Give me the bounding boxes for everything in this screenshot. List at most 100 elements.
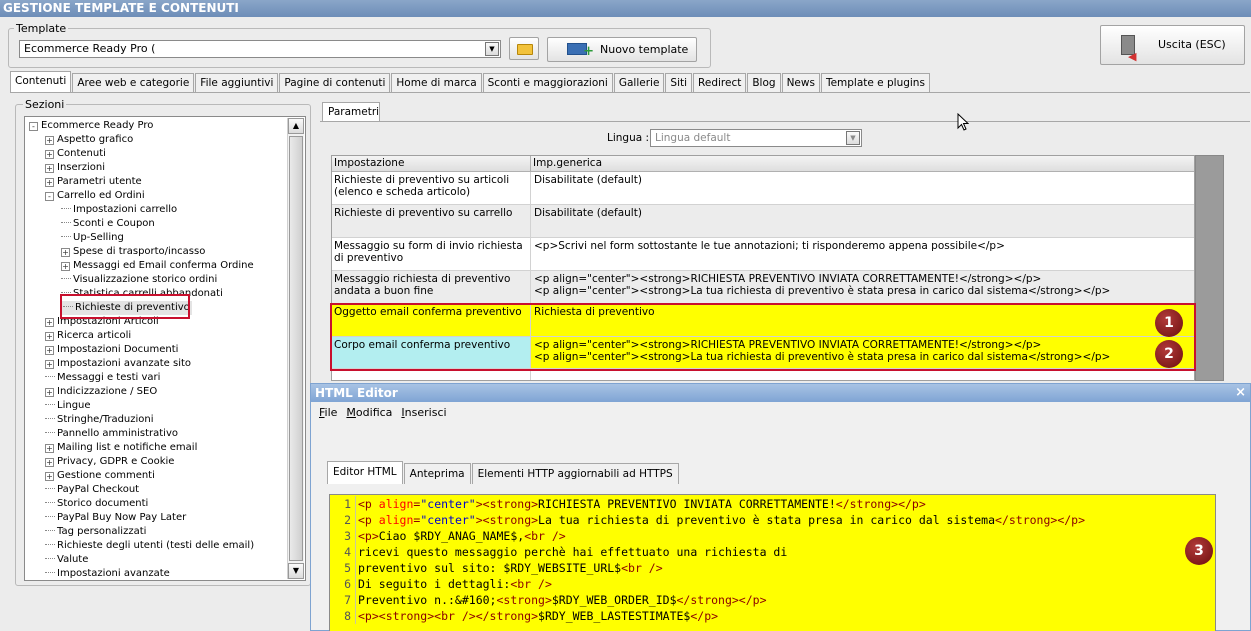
- tree-item-paypal-buy-now-pay-later[interactable]: PayPal Buy Now Pay Later: [45, 511, 186, 525]
- tree-item-ricerca-articoli[interactable]: + Ricerca articoli: [45, 329, 131, 343]
- menu-file[interactable]: File: [319, 406, 337, 419]
- expand-icon[interactable]: +: [45, 360, 54, 369]
- tree-item-sconti-e-coupon[interactable]: Sconti e Coupon: [61, 217, 155, 231]
- menu-inserisci[interactable]: Inserisci: [401, 406, 446, 419]
- tree-item-label: Ricerca articoli: [57, 330, 132, 341]
- tab-elementi-http-aggiornabili-ad-https[interactable]: Elementi HTTP aggiornabili ad HTTPS: [471, 463, 679, 484]
- table-row[interactable]: Richieste di preventivo su articoli (ele…: [332, 172, 1194, 205]
- table-row[interactable]: Messaggio richiesta di preventivo andata…: [332, 271, 1194, 304]
- expand-icon[interactable]: +: [45, 332, 54, 341]
- tree-item-lingue[interactable]: Lingue: [45, 399, 91, 413]
- expand-icon[interactable]: +: [45, 472, 54, 481]
- tab-home-di-marca[interactable]: Home di marca: [391, 73, 482, 93]
- tree-item-richieste-degli-utenti-testi-delle-email[interactable]: Richieste degli utenti (testi delle emai…: [45, 539, 254, 553]
- setting-value-cell[interactable]: Disabilitate (default): [531, 205, 1194, 237]
- tree-item-mailing-list-e-notifiche-email[interactable]: + Mailing list e notifiche email: [45, 441, 197, 455]
- tree-item-impostazioni-avanzate[interactable]: Impostazioni avanzate: [45, 567, 170, 580]
- tree-item-spese-di-trasporto-incasso[interactable]: + Spese di trasporto/incasso: [61, 245, 205, 259]
- tree-item-up-selling[interactable]: Up-Selling: [61, 231, 124, 245]
- setting-value-cell[interactable]: Disabilitate (default): [531, 172, 1194, 204]
- expand-icon[interactable]: +: [45, 318, 54, 327]
- tab-sconti-e-maggiorazioni[interactable]: Sconti e maggiorazioni: [482, 73, 613, 93]
- expand-icon[interactable]: +: [45, 136, 54, 145]
- tab-redirect[interactable]: Redirect: [693, 73, 747, 93]
- expand-icon[interactable]: +: [61, 248, 70, 257]
- open-folder-button[interactable]: [509, 37, 539, 60]
- sections-tree[interactable]: ▲ ▼ - Ecommerce Ready Pro + Aspetto grafico…: [24, 116, 306, 581]
- tree-item-ecommerce-ready-pro[interactable]: - Ecommerce Ready Pro: [29, 119, 153, 133]
- setting-value-cell[interactable]: <p align="center"><strong>RICHIESTA PREV…: [531, 271, 1194, 303]
- column-header-value[interactable]: Imp.generica: [531, 156, 1194, 171]
- expand-icon[interactable]: +: [45, 388, 54, 397]
- code-editor[interactable]: 1 <p align="center"><strong>RICHIESTA PRE…: [329, 494, 1216, 631]
- column-header-setting[interactable]: Impostazione: [332, 156, 531, 171]
- tree-item-storico-documenti[interactable]: Storico documenti: [45, 497, 148, 511]
- collapse-icon[interactable]: -: [29, 122, 38, 131]
- menu-modifica[interactable]: Modifica: [346, 406, 392, 419]
- table-row[interactable]: Messaggio su form di invio richiesta di …: [332, 238, 1194, 271]
- expand-icon[interactable]: +: [45, 150, 54, 159]
- tree-item-valute[interactable]: Valute: [45, 553, 88, 567]
- tab-gallerie[interactable]: Gallerie: [613, 73, 665, 93]
- tree-item-privacy-gdpr-e-cookie[interactable]: + Privacy, GDPR e Cookie: [45, 455, 174, 469]
- expand-icon[interactable]: +: [61, 262, 70, 271]
- close-icon[interactable]: ×: [1235, 384, 1246, 402]
- tree-item-indicizzazione-seo[interactable]: + Indicizzazione / SEO: [45, 385, 157, 399]
- tree-item-tag-personalizzati[interactable]: Tag personalizzati: [45, 525, 146, 539]
- code-token: ricevi questo messaggio perchè hai effet…: [358, 545, 788, 559]
- tree-item-inserzioni[interactable]: + Inserzioni: [45, 161, 105, 175]
- tree-connector: [61, 208, 71, 209]
- setting-value-cell[interactable]: <p>Scrivi nel form sottostante le tue an…: [531, 238, 1194, 270]
- tab-news[interactable]: News: [781, 73, 820, 93]
- tab-contenuti[interactable]: Contenuti: [10, 71, 72, 93]
- tree-item-messaggi-ed-email-conferma-ordine[interactable]: + Messaggi ed Email conferma Ordine: [61, 259, 254, 273]
- add-monitor-icon: [567, 40, 594, 63]
- new-template-button[interactable]: Nuovo template: [547, 37, 697, 63]
- tree-item-messaggi-e-testi-vari[interactable]: Messaggi e testi vari: [45, 371, 160, 385]
- tree-item-stringhe-traduzioni[interactable]: Stringhe/Traduzioni: [45, 413, 154, 427]
- code-token: </strong></p>: [995, 513, 1086, 527]
- tree-item-aspetto-grafico[interactable]: + Aspetto grafico: [45, 133, 133, 147]
- tab-blog[interactable]: Blog: [747, 73, 781, 93]
- tree-item-paypal-checkout[interactable]: PayPal Checkout: [45, 483, 139, 497]
- language-select[interactable]: Lingua default ▼: [650, 129, 862, 147]
- tree-item-visualizzazione-storico-ordini[interactable]: Visualizzazione storico ordini: [61, 273, 217, 287]
- tree-item-parametri-utente[interactable]: + Parametri utente: [45, 175, 142, 189]
- tree-item-label: PayPal Buy Now Pay Later: [57, 512, 187, 523]
- tree-item-impostazioni-documenti[interactable]: + Impostazioni Documenti: [45, 343, 178, 357]
- grid-header: Impostazione Imp.generica: [332, 156, 1194, 172]
- tab-anteprima[interactable]: Anteprima: [403, 463, 471, 484]
- tree-item-impostazioni-avanzate-sito[interactable]: + Impostazioni avanzate sito: [45, 357, 191, 371]
- chevron-down-icon[interactable]: ▼: [846, 131, 860, 145]
- tree-item-contenuti[interactable]: + Contenuti: [45, 147, 106, 161]
- callout-badge-1: 1: [1155, 309, 1183, 337]
- tree-item-pannello-amministrativo[interactable]: Pannello amministrativo: [45, 427, 178, 441]
- table-row[interactable]: Richieste di preventivo su carrello Disab…: [332, 205, 1194, 238]
- code-token: <br />: [524, 529, 566, 543]
- tab-template-e-plugins[interactable]: Template e plugins: [820, 73, 930, 93]
- expand-icon[interactable]: +: [45, 346, 54, 355]
- tab-file-aggiuntivi[interactable]: File aggiuntivi: [195, 73, 279, 93]
- expand-icon[interactable]: +: [45, 444, 54, 453]
- scroll-thumb[interactable]: [289, 136, 303, 561]
- tab-parametri[interactable]: Parametri: [322, 102, 380, 122]
- tree-scrollbar[interactable]: ▲ ▼: [287, 118, 304, 579]
- chevron-down-icon[interactable]: ▼: [485, 42, 499, 56]
- tree-connector: [45, 404, 55, 405]
- scroll-up-icon[interactable]: ▲: [288, 118, 304, 134]
- scroll-down-icon[interactable]: ▼: [288, 563, 304, 579]
- tab-siti[interactable]: Siti: [665, 73, 693, 93]
- expand-icon[interactable]: +: [45, 178, 54, 187]
- tree-item-carrello-ed-ordini[interactable]: - Carrello ed Ordini: [45, 189, 145, 203]
- template-select[interactable]: Ecommerce Ready Pro ( ▼: [19, 40, 501, 58]
- tab-aree-web-e-categorie[interactable]: Aree web e categorie: [72, 73, 195, 93]
- expand-icon[interactable]: +: [45, 458, 54, 467]
- expand-icon[interactable]: +: [45, 164, 54, 173]
- tab-editor-html[interactable]: Editor HTML: [327, 461, 403, 484]
- exit-button[interactable]: Uscita (ESC): [1100, 25, 1245, 76]
- tree-item-gestione-commenti[interactable]: + Gestione commenti: [45, 469, 155, 483]
- tab-pagine-di-contenuti[interactable]: Pagine di contenuti: [279, 73, 391, 93]
- tree-item-impostazioni-carrello[interactable]: Impostazioni carrello: [61, 203, 177, 217]
- collapse-icon[interactable]: -: [45, 192, 54, 201]
- tree-item-label: Up-Selling: [73, 232, 124, 243]
